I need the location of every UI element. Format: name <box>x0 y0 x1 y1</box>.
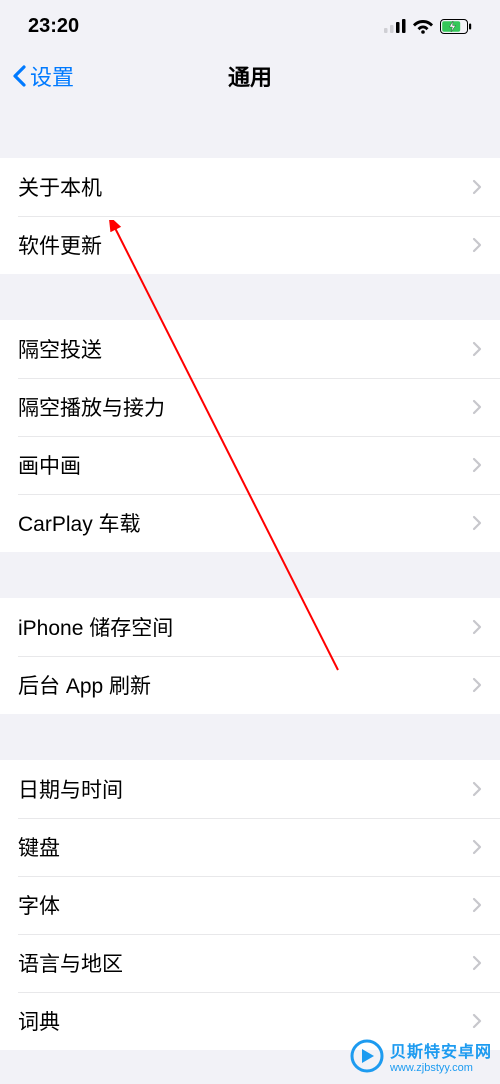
row-fonts[interactable]: 字体 <box>0 876 500 934</box>
chevron-left-icon <box>12 65 26 87</box>
row-about[interactable]: 关于本机 <box>0 158 500 216</box>
chevron-right-icon <box>472 955 482 971</box>
chevron-right-icon <box>472 1013 482 1029</box>
chevron-right-icon <box>472 179 482 195</box>
row-label: 关于本机 <box>18 172 102 202</box>
settings-group-1: 隔空投送 隔空播放与接力 画中画 CarPlay 车载 <box>0 320 500 552</box>
page-title: 通用 <box>228 60 272 92</box>
row-label: iPhone 储存空间 <box>18 612 173 642</box>
row-airplay-handoff[interactable]: 隔空播放与接力 <box>0 378 500 436</box>
row-background-app-refresh[interactable]: 后台 App 刷新 <box>0 656 500 714</box>
cellular-icon <box>384 19 406 33</box>
row-airdrop[interactable]: 隔空投送 <box>0 320 500 378</box>
row-label: 后台 App 刷新 <box>18 670 151 700</box>
battery-charging-icon <box>440 19 472 34</box>
chevron-right-icon <box>472 781 482 797</box>
row-carplay[interactable]: CarPlay 车载 <box>0 494 500 552</box>
status-icons <box>384 18 472 34</box>
chevron-right-icon <box>472 515 482 531</box>
row-label: 隔空投送 <box>18 334 102 364</box>
watermark: 贝斯特安卓网 www.zjbstyy.com <box>350 1038 492 1074</box>
wifi-icon <box>412 18 434 34</box>
back-label: 设置 <box>30 60 74 92</box>
chevron-right-icon <box>472 839 482 855</box>
status-time: 23:20 <box>28 15 79 38</box>
row-picture-in-picture[interactable]: 画中画 <box>0 436 500 494</box>
watermark-logo-icon <box>350 1039 384 1073</box>
chevron-right-icon <box>472 237 482 253</box>
row-label: 日期与时间 <box>18 774 123 804</box>
watermark-title: 贝斯特安卓网 <box>390 1038 492 1062</box>
row-label: 词典 <box>18 1006 60 1036</box>
back-button[interactable]: 设置 <box>0 60 74 92</box>
chevron-right-icon <box>472 619 482 635</box>
row-label: CarPlay 车载 <box>18 508 141 538</box>
chevron-right-icon <box>472 341 482 357</box>
chevron-right-icon <box>472 897 482 913</box>
settings-group-0: 关于本机 软件更新 <box>0 158 500 274</box>
settings-group-2: iPhone 储存空间 后台 App 刷新 <box>0 598 500 714</box>
watermark-url: www.zjbstyy.com <box>390 1062 492 1074</box>
nav-bar: 设置 通用 <box>0 52 500 100</box>
row-label: 画中画 <box>18 450 81 480</box>
row-label: 键盘 <box>18 832 60 862</box>
status-bar: 23:20 <box>0 0 500 52</box>
row-language-region[interactable]: 语言与地区 <box>0 934 500 992</box>
row-software-update[interactable]: 软件更新 <box>0 216 500 274</box>
chevron-right-icon <box>472 457 482 473</box>
row-iphone-storage[interactable]: iPhone 储存空间 <box>0 598 500 656</box>
row-label: 语言与地区 <box>18 948 123 978</box>
row-date-time[interactable]: 日期与时间 <box>0 760 500 818</box>
settings-group-3: 日期与时间 键盘 字体 语言与地区 词典 <box>0 760 500 1050</box>
row-label: 软件更新 <box>18 230 102 260</box>
chevron-right-icon <box>472 677 482 693</box>
chevron-right-icon <box>472 399 482 415</box>
row-keyboard[interactable]: 键盘 <box>0 818 500 876</box>
row-label: 字体 <box>18 890 60 920</box>
row-label: 隔空播放与接力 <box>18 392 165 422</box>
